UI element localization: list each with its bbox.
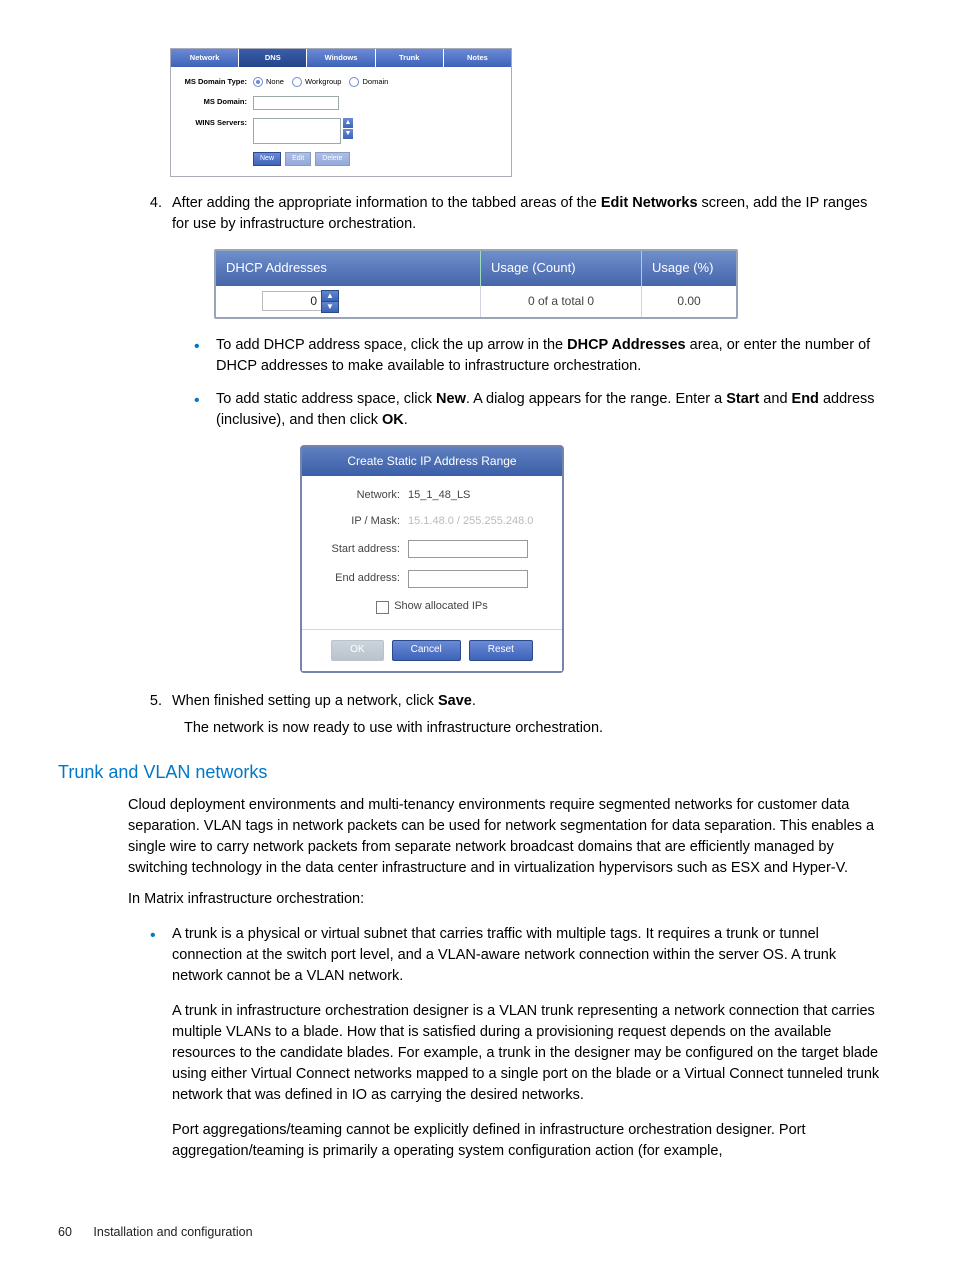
dhcp-spinner-value[interactable]: 0 (262, 291, 321, 311)
ip-mask-label: IP / Mask: (314, 514, 400, 530)
end-address-label: End address: (314, 571, 400, 587)
section-heading-trunk-vlan: Trunk and VLAN networks (58, 759, 896, 785)
col-usage-count: Usage (Count) (481, 251, 642, 286)
usage-pct-value: 0.00 (642, 286, 736, 317)
edit-networks-screenshot: Network DNS Windows Trunk Notes MS Domai… (170, 48, 512, 177)
dhcp-spinner-down[interactable]: ▼ (321, 301, 339, 313)
tab-dns[interactable]: DNS (239, 49, 307, 67)
col-dhcp-addresses: DHCP Addresses (216, 251, 481, 286)
wins-servers-label: WINS Servers: (179, 118, 247, 129)
radio-domain[interactable]: Domain (349, 77, 388, 88)
ok-button[interactable]: OK (331, 640, 383, 661)
step-5: When finished setting up a network, clic… (166, 691, 886, 739)
dhcp-spinner[interactable]: 0 ▲ ▼ (262, 290, 339, 313)
start-address-input[interactable] (408, 540, 528, 558)
end-address-input[interactable] (408, 570, 528, 588)
cancel-button[interactable]: Cancel (392, 640, 461, 661)
tab-notes[interactable]: Notes (444, 49, 511, 67)
ip-mask-value: 15.1.48.0 / 255.255.248.0 (408, 514, 550, 530)
tab-trunk[interactable]: Trunk (376, 49, 444, 67)
wins-new-button[interactable]: New (253, 152, 281, 166)
radio-workgroup[interactable]: Workgroup (292, 77, 342, 88)
checkbox-icon (376, 601, 389, 614)
page-number: 60 (58, 1225, 72, 1239)
col-usage-pct: Usage (%) (642, 251, 736, 286)
tab-windows[interactable]: Windows (307, 49, 375, 67)
wins-up-button[interactable]: ▲ (343, 118, 353, 128)
wins-down-button[interactable]: ▼ (343, 129, 353, 139)
step-5-result: The network is now ready to use with inf… (184, 718, 886, 739)
start-address-label: Start address: (314, 542, 400, 558)
ms-domain-type-label: MS Domain Type: (179, 77, 247, 88)
page-footer: 60 Installation and configuration (58, 1223, 253, 1241)
tab-network[interactable]: Network (171, 49, 239, 67)
section-p2: In Matrix infrastructure orchestration: (128, 889, 886, 910)
bullet-dhcp: To add DHCP address space, click the up … (216, 335, 886, 377)
ms-domain-input[interactable] (253, 96, 339, 110)
trunk-bullet-p2: A trunk in infrastructure orchestration … (172, 1001, 886, 1106)
section-p1: Cloud deployment environments and multi-… (128, 795, 886, 879)
usage-count-value: 0 of a total 0 (481, 286, 642, 317)
footer-section: Installation and configuration (93, 1225, 252, 1239)
wins-edit-button[interactable]: Edit (285, 152, 311, 166)
dialog-title: Create Static IP Address Range (302, 447, 562, 476)
network-value: 15_1_48_LS (408, 488, 550, 504)
wins-delete-button[interactable]: Delete (315, 152, 349, 166)
dhcp-spinner-up[interactable]: ▲ (321, 290, 339, 301)
dhcp-addresses-table: DHCP Addresses Usage (Count) Usage (%) 0… (214, 249, 738, 319)
step-4: After adding the appropriate information… (166, 193, 886, 673)
bullet-static: To add static address space, click New. … (216, 389, 886, 673)
trunk-bullet: A trunk is a physical or virtual subnet … (172, 924, 886, 1162)
reset-button[interactable]: Reset (469, 640, 533, 661)
wins-servers-list[interactable] (253, 118, 341, 144)
ms-domain-label: MS Domain: (179, 97, 247, 108)
trunk-bullet-p3: Port aggregations/teaming cannot be expl… (172, 1120, 886, 1162)
radio-none[interactable]: None (253, 77, 284, 88)
create-static-ip-dialog: Create Static IP Address Range Network: … (300, 445, 564, 673)
network-label: Network: (314, 488, 400, 504)
show-allocated-checkbox[interactable]: Show allocated IPs (314, 599, 550, 615)
